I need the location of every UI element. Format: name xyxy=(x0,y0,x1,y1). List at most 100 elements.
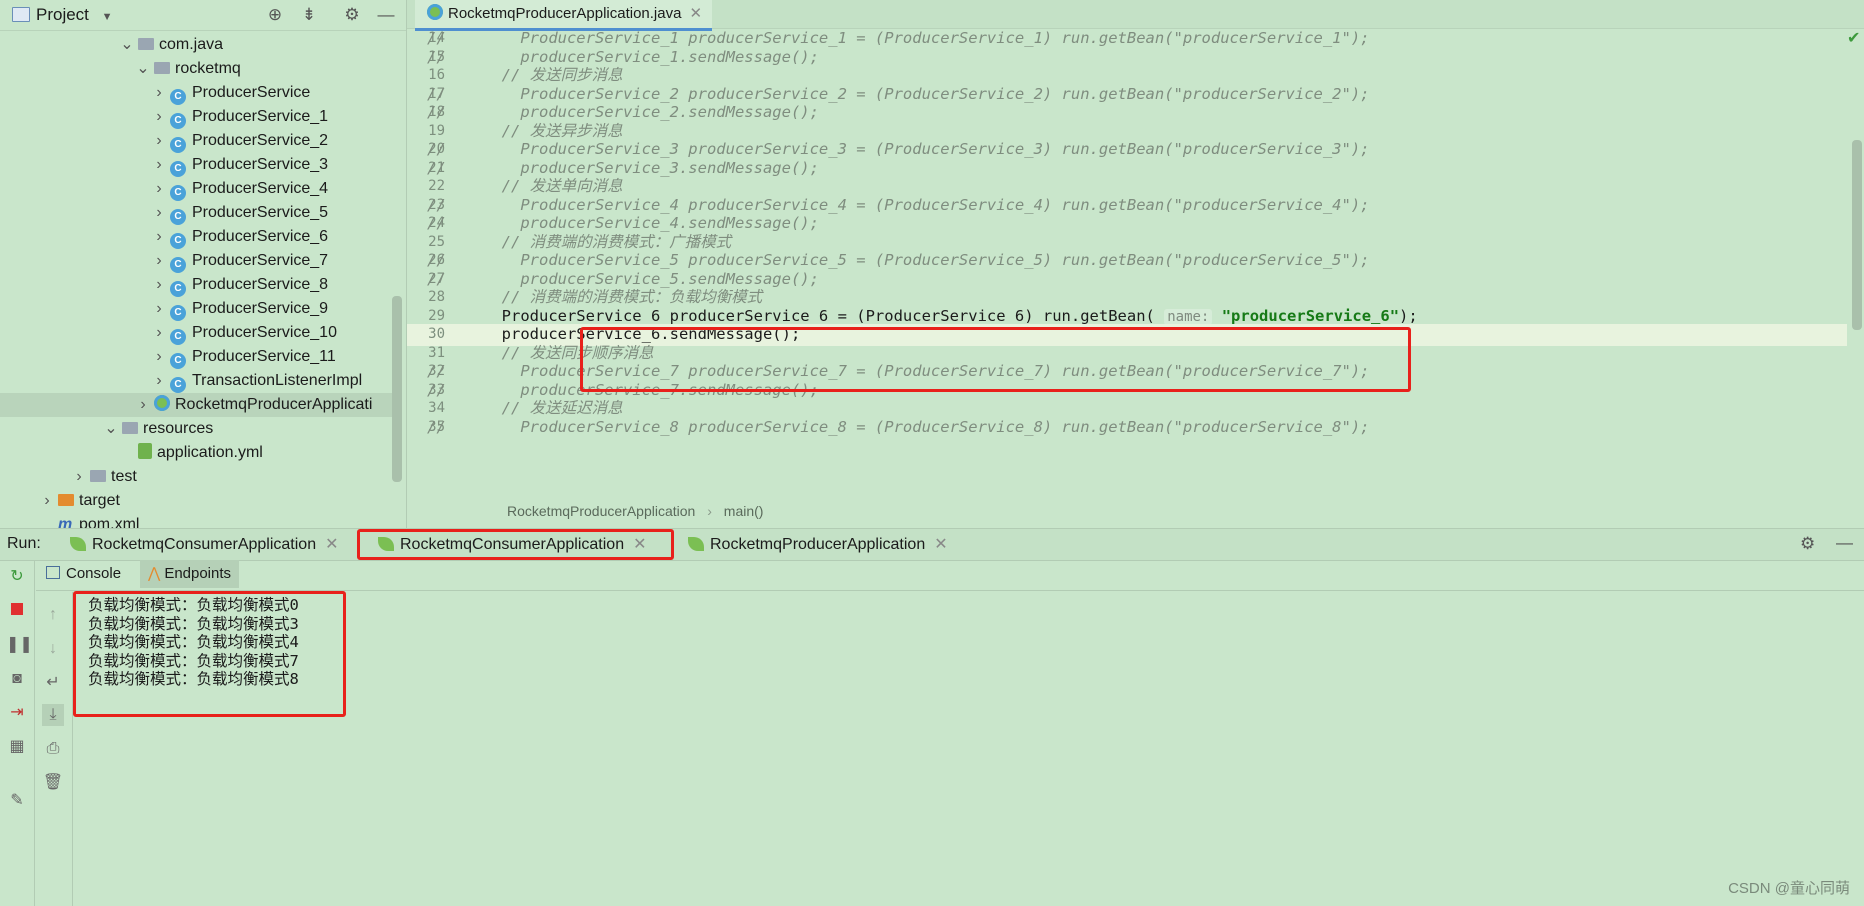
camera-icon[interactable]: ◙ xyxy=(6,668,28,690)
arrow-down-icon[interactable]: ↓ xyxy=(42,638,64,660)
code-token: // ProducerService_2 producerService_2 =… xyxy=(427,84,1370,103)
pause-icon[interactable]: ❚❚ xyxy=(6,634,33,656)
tree-item[interactable]: › C ProducerService_6 xyxy=(0,225,392,249)
tree-item[interactable]: › C ProducerService_7 xyxy=(0,249,392,273)
tree-item-label: com.java xyxy=(159,36,224,53)
tree-item[interactable]: › C ProducerService_10 xyxy=(0,321,392,345)
chevron-down-icon[interactable]: ⌄ xyxy=(120,33,134,57)
run-tab-producer[interactable]: RocketmqProducerApplication ✕ xyxy=(688,529,948,560)
tree-item[interactable]: › C ProducerService_9 xyxy=(0,297,392,321)
tree-item[interactable]: › C ProducerService_2 xyxy=(0,129,392,153)
class-icon: C xyxy=(170,329,186,345)
tab-endpoints[interactable]: ⋀ Endpoints xyxy=(140,560,240,588)
trash-icon[interactable]: 🗑 xyxy=(42,772,64,794)
editor-file-tab[interactable]: RocketmqProducerApplication.java ✕ xyxy=(415,0,713,31)
chevron-right-icon[interactable]: › xyxy=(152,225,166,249)
class-icon: C xyxy=(170,281,186,297)
yaml-file-icon xyxy=(138,443,152,459)
code-token: ProducerService_6 producerService_6 = (P… xyxy=(427,306,1165,325)
pin-icon[interactable]: ✎ xyxy=(6,790,28,812)
tree-item[interactable]: › RocketmqProducerApplicati xyxy=(0,393,392,417)
spring-class-icon xyxy=(427,4,443,20)
code-token: // producerService_5.sendMessage(); xyxy=(427,269,819,288)
tree-item[interactable]: › test xyxy=(0,465,392,489)
chevron-right-icon[interactable]: › xyxy=(152,273,166,297)
tree-item[interactable]: › C ProducerService_8 xyxy=(0,273,392,297)
tab-console[interactable]: Console xyxy=(38,560,129,588)
tree-item[interactable]: › C ProducerService_5 xyxy=(0,201,392,225)
chevron-right-icon[interactable]: › xyxy=(136,393,150,417)
scroll-to-end-icon[interactable]: ⤓ xyxy=(42,704,64,726)
soft-wrap-icon[interactable]: ↵ xyxy=(42,672,64,694)
breadcrumb-class[interactable]: RocketmqProducerApplication xyxy=(507,503,695,519)
tree-item[interactable]: m pom.xml xyxy=(0,513,392,528)
minimize-icon[interactable]: — xyxy=(375,4,397,26)
chevron-right-icon[interactable]: › xyxy=(152,369,166,393)
gear-icon[interactable]: ⚙ xyxy=(1800,534,1815,554)
code-token: // 发送延迟消息 xyxy=(427,399,623,417)
parameter-hint: name: xyxy=(1164,308,1213,325)
class-icon: C xyxy=(170,233,186,249)
class-icon: C xyxy=(170,305,186,321)
console-toolbar: ↑ ↓ ↵ ⤓ ⎙ 🗑 xyxy=(36,592,73,906)
tree-item[interactable]: › C ProducerService_4 xyxy=(0,177,392,201)
gear-icon[interactable]: ⚙ xyxy=(341,4,363,26)
chevron-right-icon[interactable]: › xyxy=(152,177,166,201)
editor-area: RocketmqProducerApplication.java ✕ 14// P… xyxy=(407,0,1864,528)
chevron-right-icon[interactable]: › xyxy=(152,153,166,177)
code-view[interactable]: 14// ProducerService_1 producerService_1… xyxy=(407,28,1847,500)
code-line[interactable]: // ProducerService_8 producerService_8 =… xyxy=(427,416,1370,438)
chevron-down-icon[interactable]: ⌄ xyxy=(136,57,150,81)
tree-item[interactable]: › C ProducerService_1 xyxy=(0,105,392,129)
editor-scrollbar[interactable] xyxy=(1852,140,1862,330)
exit-icon[interactable]: ⇥ xyxy=(6,702,28,724)
close-icon[interactable]: ✕ xyxy=(934,536,947,553)
tree-item[interactable]: › target xyxy=(0,489,392,513)
chevron-right-icon[interactable]: › xyxy=(72,465,86,489)
tree-item[interactable]: application.yml xyxy=(0,441,392,465)
tree-item[interactable]: ⌄ rocketmq xyxy=(0,57,392,81)
arrow-up-icon[interactable]: ↑ xyxy=(42,604,64,626)
tree-item-label: rocketmq xyxy=(175,60,241,77)
stop-icon[interactable] xyxy=(6,600,28,622)
project-scrollbar[interactable] xyxy=(392,296,402,482)
chevron-right-icon[interactable]: › xyxy=(152,345,166,369)
code-token: // ProducerService_8 producerService_8 =… xyxy=(427,417,1370,436)
chevron-right-icon[interactable]: › xyxy=(152,297,166,321)
inspection-ok-icon[interactable]: ✔ xyxy=(1847,28,1860,48)
folder-icon xyxy=(138,38,154,50)
chevron-right-icon[interactable]: › xyxy=(152,249,166,273)
project-view-selector[interactable]: Project ▼ xyxy=(12,5,113,25)
rerun-icon[interactable]: ↻ xyxy=(6,566,28,588)
locate-icon[interactable]: ⊕ xyxy=(264,4,286,26)
collapse-all-icon[interactable]: ⇟ xyxy=(298,4,320,26)
spring-class-icon xyxy=(154,395,170,411)
tree-item[interactable]: › C ProducerService_3 xyxy=(0,153,392,177)
chevron-right-icon[interactable]: › xyxy=(152,105,166,129)
minimize-icon[interactable]: — xyxy=(1836,533,1853,553)
run-tab-consumer-1[interactable]: RocketmqConsumerApplication ✕ xyxy=(70,529,339,560)
breadcrumb-method[interactable]: main() xyxy=(724,503,764,519)
chevron-right-icon[interactable]: › xyxy=(152,81,166,105)
chevron-right-icon[interactable]: › xyxy=(152,201,166,225)
tree-item-label: pom.xml xyxy=(79,516,140,528)
chevron-down-icon[interactable]: ⌄ xyxy=(104,417,118,441)
close-icon[interactable]: ✕ xyxy=(689,5,702,22)
chevron-right-icon[interactable]: › xyxy=(40,489,54,513)
print-icon[interactable]: ⎙ xyxy=(42,738,64,760)
tree-item[interactable]: ⌄ com.java xyxy=(0,33,392,57)
class-icon: C xyxy=(170,353,186,369)
chevron-right-icon[interactable]: › xyxy=(152,321,166,345)
tree-item[interactable]: › C ProducerService_11 xyxy=(0,345,392,369)
tree-item[interactable]: › C TransactionListenerImpl xyxy=(0,369,392,393)
folder-icon xyxy=(58,494,74,506)
tree-item-label: application.yml xyxy=(157,444,263,461)
tree-item[interactable]: ⌄ resources xyxy=(0,417,392,441)
code-token: // 发送单向消息 xyxy=(427,177,623,195)
close-icon[interactable]: ✕ xyxy=(325,536,338,553)
project-panel: Project ▼ ⊕ ⇟ ⚙ — ⌄ com.java ⌄ rocketmq › C Pr… xyxy=(0,0,407,528)
tree-item[interactable]: › C ProducerService xyxy=(0,81,392,105)
spring-run-icon xyxy=(70,537,86,551)
layout-icon[interactable]: ▦ xyxy=(6,736,28,758)
chevron-right-icon[interactable]: › xyxy=(152,129,166,153)
